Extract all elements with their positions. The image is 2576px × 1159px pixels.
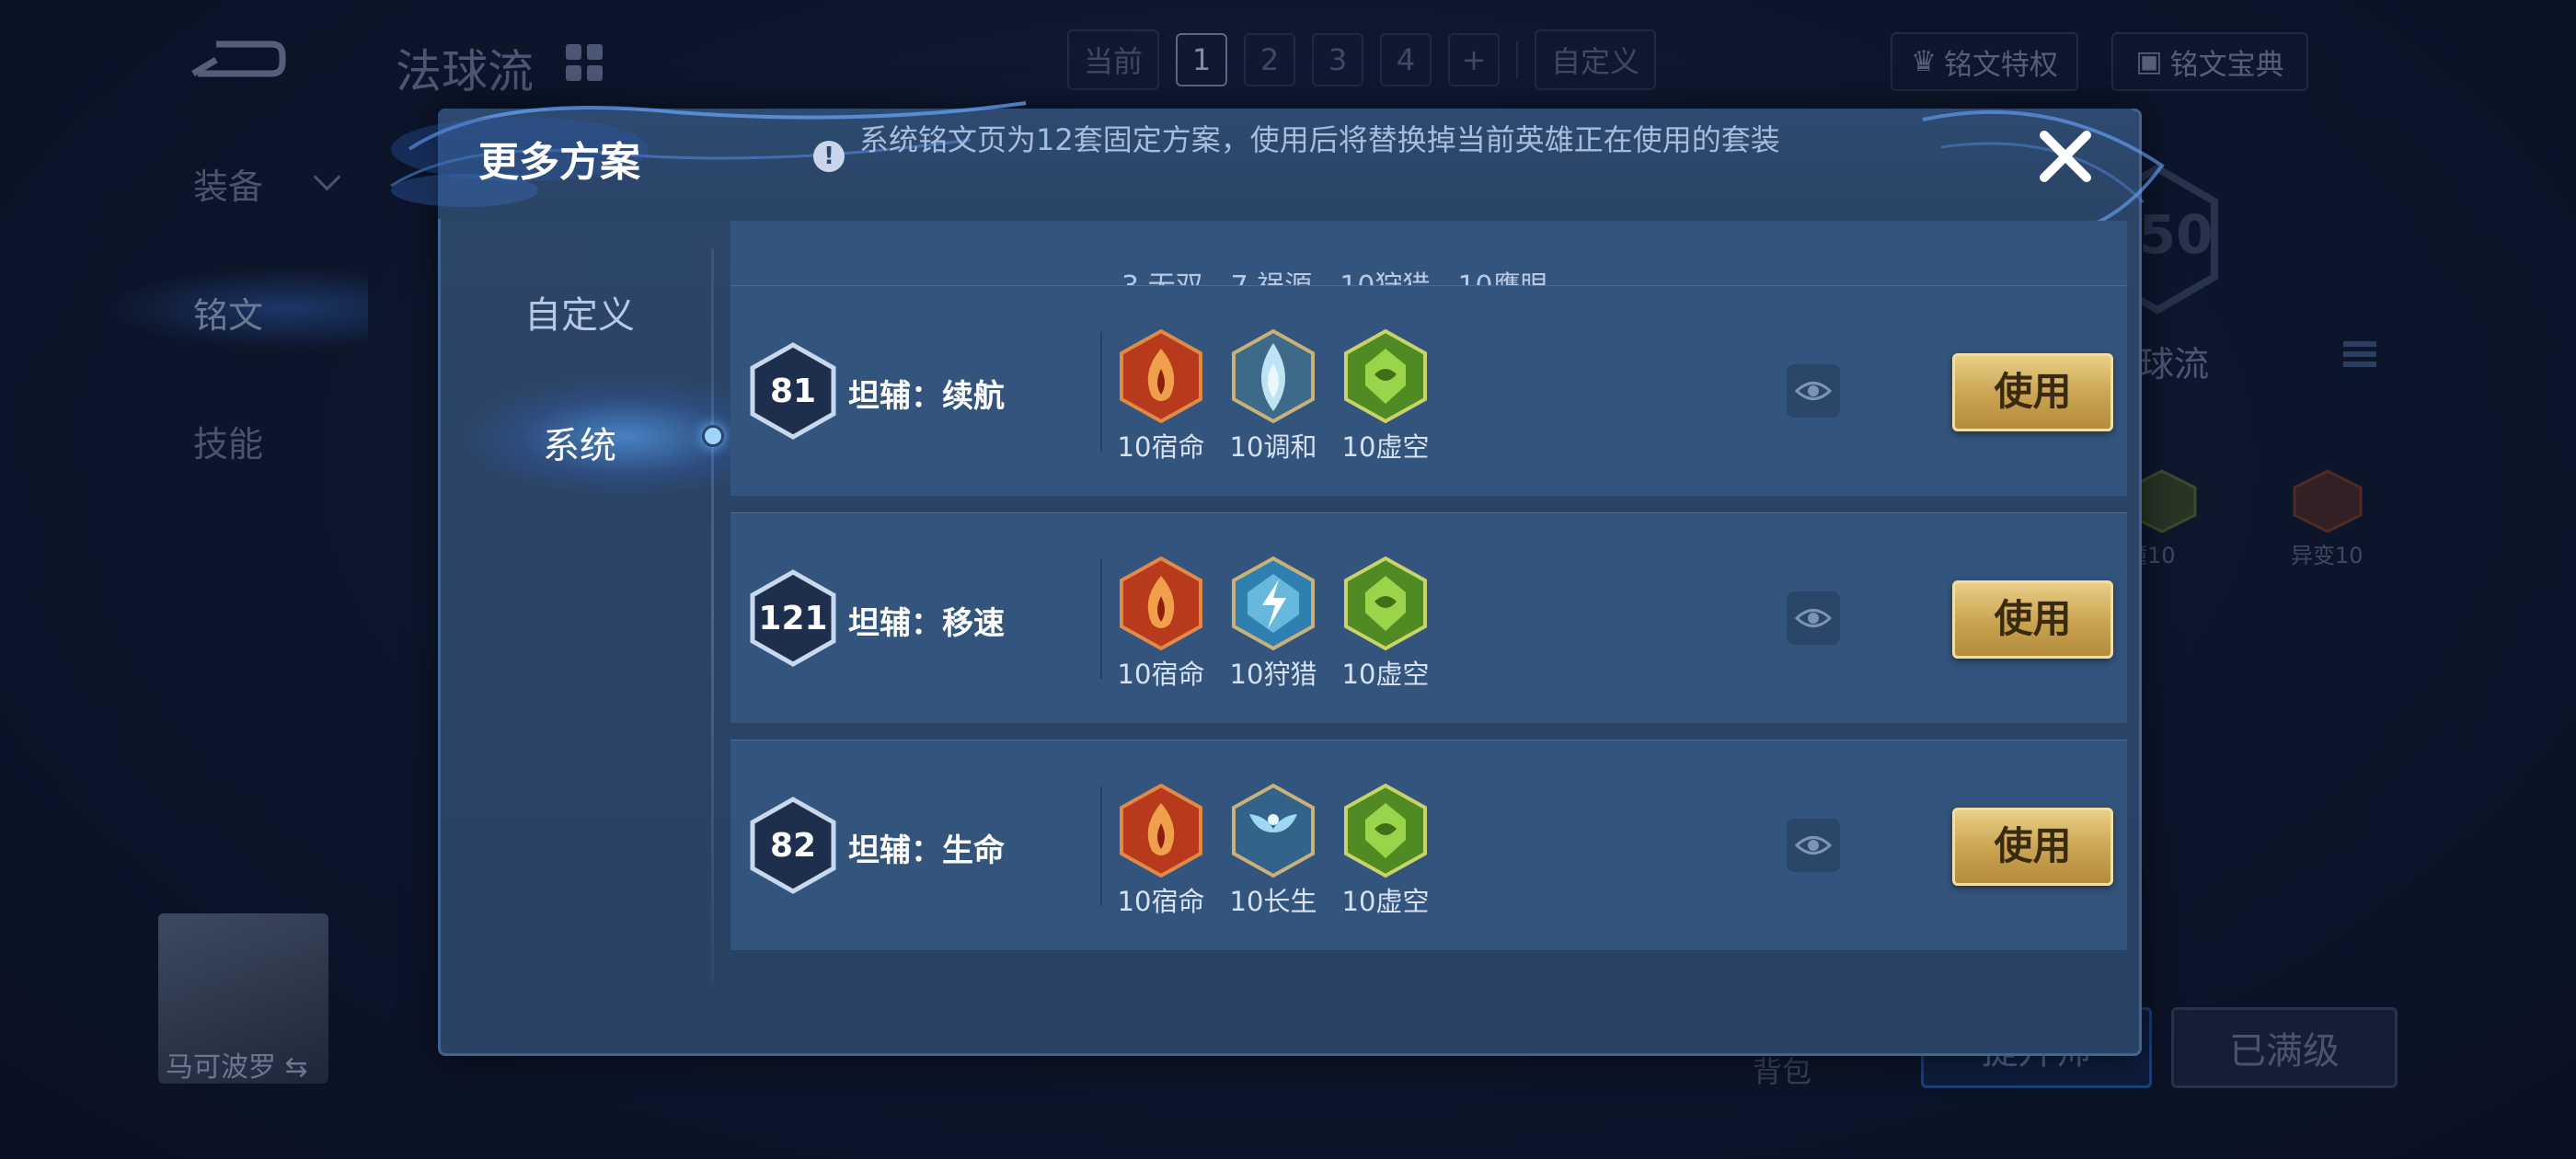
divider [1100, 332, 1102, 452]
preview-button[interactable] [1787, 819, 1840, 872]
close-icon[interactable] [2033, 124, 2098, 189]
scheme-row: 121 坦辅：移速 10宿命 10狩猎 10虚空 使用 [730, 512, 2127, 723]
scheme-name: 坦辅：续航 [848, 378, 1005, 415]
rune-slot: 10虚空 [1340, 783, 1432, 921]
fate-rune-icon [1120, 556, 1202, 651]
scheme-list[interactable]: 3 无双 7 祸源 10狩猎 10鹰眼 81 坦辅：续航 10宿命 [730, 221, 2129, 957]
info-text: 系统铭文页为12套固定方案，使用后将替换掉当前英雄正在使用的套装 [859, 122, 1780, 157]
hunt-rune-icon [1232, 556, 1315, 651]
void-rune-icon [1344, 783, 1427, 878]
divider [1100, 559, 1102, 679]
rune-label: 10调和 [1229, 431, 1317, 463]
scheme-name: 坦辅：生命 [848, 832, 1005, 869]
scheme-row: 81 坦辅：续航 10宿命 10调和 10虚空 使用 [730, 285, 2127, 496]
use-button[interactable]: 使用 [1952, 580, 2113, 659]
rune-label: 10长生 [1229, 886, 1317, 917]
harmony-rune-icon [1232, 328, 1315, 424]
void-rune-icon [1344, 328, 1427, 424]
fate-rune-icon [1120, 328, 1202, 424]
rune-slot: 10调和 [1227, 328, 1319, 466]
scheme-level: 82 [769, 826, 817, 865]
rune-slot: 10宿命 [1115, 783, 1207, 921]
rune-label: 10宿命 [1117, 886, 1205, 917]
preview-button[interactable] [1787, 364, 1840, 418]
rune-label: 10狩猎 [1229, 659, 1317, 690]
eye-icon [1795, 609, 1832, 627]
scheme-name: 坦辅：移速 [848, 605, 1005, 642]
scheme-row: 82 坦辅：生命 10宿命 10长生 10虚空 使用 [730, 740, 2127, 950]
rune-label: 10宿命 [1117, 431, 1205, 463]
eye-icon [1795, 382, 1832, 400]
rune-slot: 10宿命 [1115, 556, 1207, 694]
rune-label: 10虚空 [1341, 431, 1430, 463]
use-button[interactable]: 使用 [1952, 808, 2113, 886]
preview-button[interactable] [1787, 591, 1840, 645]
rune-slot: 10虚空 [1340, 328, 1432, 466]
scheme-level: 81 [769, 372, 817, 410]
eye-icon [1795, 836, 1832, 855]
tab-rail [711, 248, 714, 984]
rune-label: 10虚空 [1341, 886, 1430, 917]
divider [1100, 786, 1102, 906]
scheme-level: 121 [758, 599, 828, 637]
longevity-rune-icon [1232, 783, 1315, 878]
active-tab-indicator [702, 425, 724, 447]
tab-custom[interactable]: 自定义 [442, 285, 718, 339]
modal-title: 更多方案 [478, 139, 640, 186]
info-icon: ! [813, 141, 845, 172]
rune-slot: 10虚空 [1340, 556, 1432, 694]
rune-slot: 10狩猎 [1227, 556, 1319, 694]
use-button[interactable]: 使用 [1952, 353, 2113, 431]
void-rune-icon [1344, 556, 1427, 651]
tab-system[interactable]: 系统 [442, 416, 718, 469]
rune-slot: 10宿命 [1115, 328, 1207, 466]
rune-slot: 10长生 [1227, 783, 1319, 921]
rune-label: 10虚空 [1341, 659, 1430, 690]
rune-label: 10宿命 [1117, 659, 1205, 690]
scheme-tabs: 自定义 系统 [442, 221, 736, 1039]
fate-rune-icon [1120, 783, 1202, 878]
